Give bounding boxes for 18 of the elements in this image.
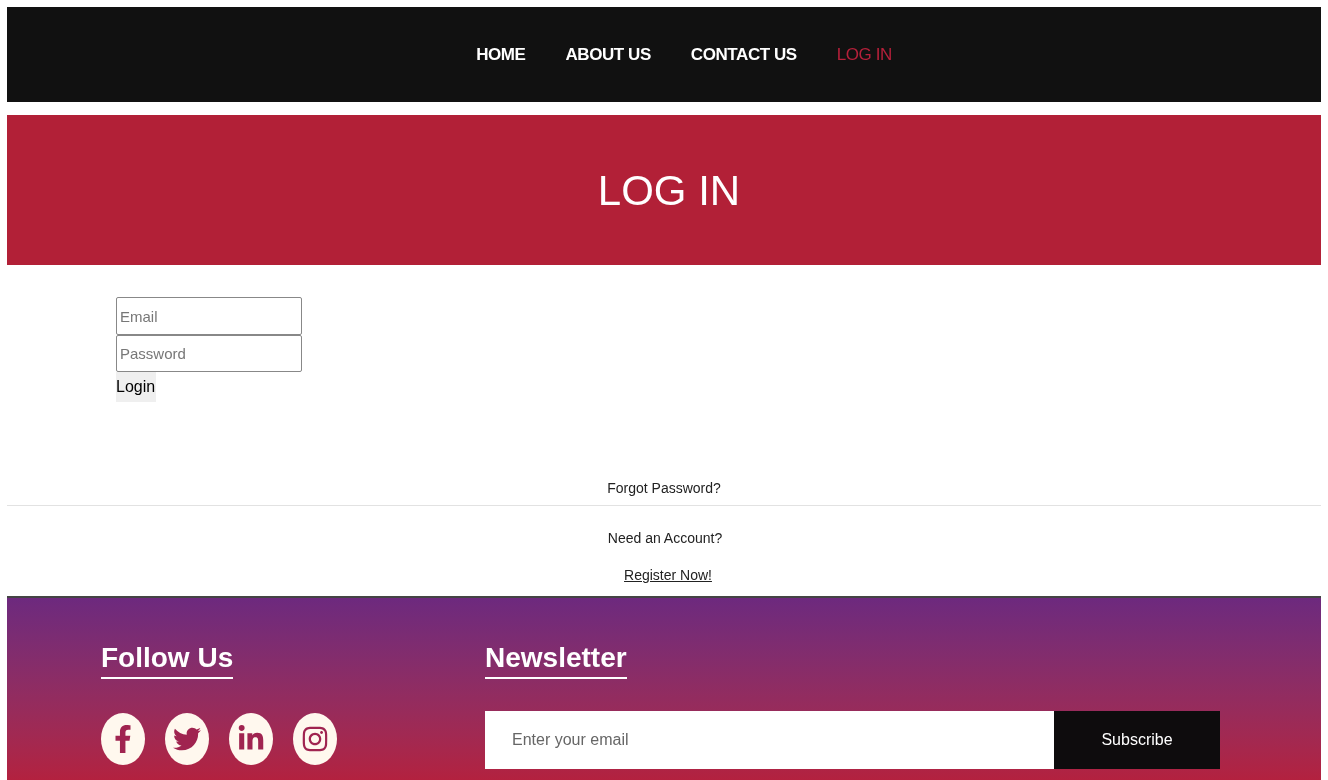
subscribe-button[interactable]: Subscribe: [1054, 711, 1220, 769]
password-field[interactable]: Password: [116, 335, 302, 372]
newsletter-email-field[interactable]: Enter your email: [485, 711, 1054, 769]
nav-link[interactable]: HOME: [476, 41, 526, 68]
forgot-password-link[interactable]: Forgot Password?: [607, 478, 721, 499]
facebook-icon[interactable]: [101, 713, 145, 765]
nav-link[interactable]: CONTACT US: [690, 41, 797, 68]
email-field[interactable]: Email: [116, 297, 302, 335]
follow-us-heading: Follow Us: [101, 640, 234, 679]
newsletter-heading: Newsletter: [485, 640, 627, 679]
linkedin-icon[interactable]: [229, 713, 273, 765]
need-account-text: Need an Account?: [606, 529, 723, 548]
login-button[interactable]: Login: [116, 372, 157, 402]
nav-link[interactable]: ABOUT US: [565, 41, 651, 68]
camera-icon[interactable]: [293, 713, 337, 765]
register-link[interactable]: Register Now!: [616, 565, 712, 586]
page-title: LOG IN: [596, 165, 741, 216]
bird-icon[interactable]: [165, 713, 209, 765]
